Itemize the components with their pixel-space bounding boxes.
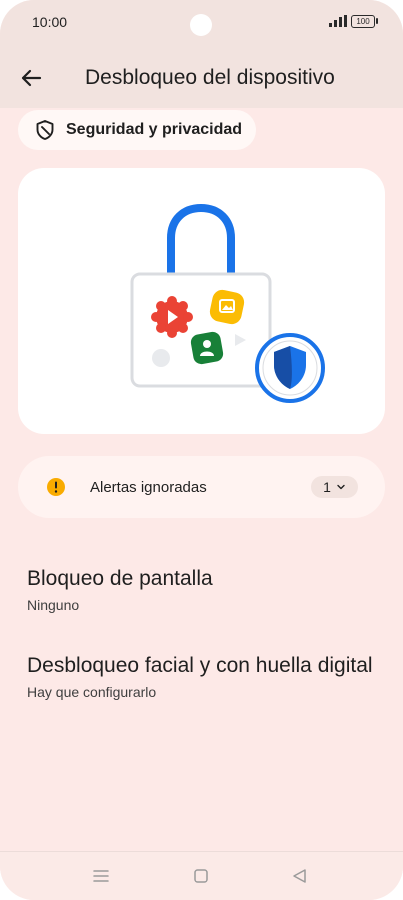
alerts-count-dropdown[interactable]: 1: [311, 476, 358, 498]
menu-icon[interactable]: [91, 866, 111, 886]
alerts-label: Alertas ignoradas: [90, 479, 207, 496]
chip-label: Seguridad y privacidad: [66, 121, 243, 138]
status-time: 10:00: [32, 14, 68, 30]
battery-tip: [376, 18, 378, 24]
app-header: Desbloqueo del dispositivo: [0, 46, 403, 108]
setting-subtitle: Hay que configurarlo: [27, 684, 157, 700]
green-contact-badge: [190, 331, 224, 365]
setting-title: Desbloqueo facial y con huella digital: [27, 654, 373, 677]
blue-shield-badge: [255, 333, 325, 403]
battery-icon: 100: [351, 15, 375, 28]
signal-icon: [329, 15, 347, 27]
lock-illustration: [18, 168, 385, 434]
back-triangle-icon[interactable]: [290, 866, 310, 886]
alerts-count: 1: [323, 479, 331, 495]
shield-outline-icon: [36, 120, 54, 140]
setting-screen-lock[interactable]: Bloqueo de pantalla Ninguno: [27, 565, 377, 613]
phone-screen: 10:00 100 Desbloqueo del dispositivo Seg…: [0, 0, 403, 900]
lock-illustration-graphic: [130, 203, 325, 403]
home-icon[interactable]: [191, 866, 211, 886]
setting-face-fingerprint-unlock[interactable]: Desbloqueo facial y con huella digital H…: [27, 652, 377, 700]
back-arrow-icon[interactable]: [16, 63, 46, 93]
camera-cutout: [190, 14, 212, 36]
warning-icon: [47, 478, 65, 496]
chevron-down-icon: [337, 484, 345, 490]
page-title: Desbloqueo del dispositivo: [85, 66, 335, 89]
ignored-alerts-card[interactable]: Alertas ignoradas 1: [18, 456, 385, 518]
status-bar: 10:00 100: [0, 0, 403, 46]
setting-title: Bloqueo de pantalla: [27, 567, 213, 590]
navigation-bar: [0, 851, 403, 900]
setting-subtitle: Ninguno: [27, 597, 80, 613]
security-privacy-chip[interactable]: Seguridad y privacidad: [18, 110, 257, 150]
